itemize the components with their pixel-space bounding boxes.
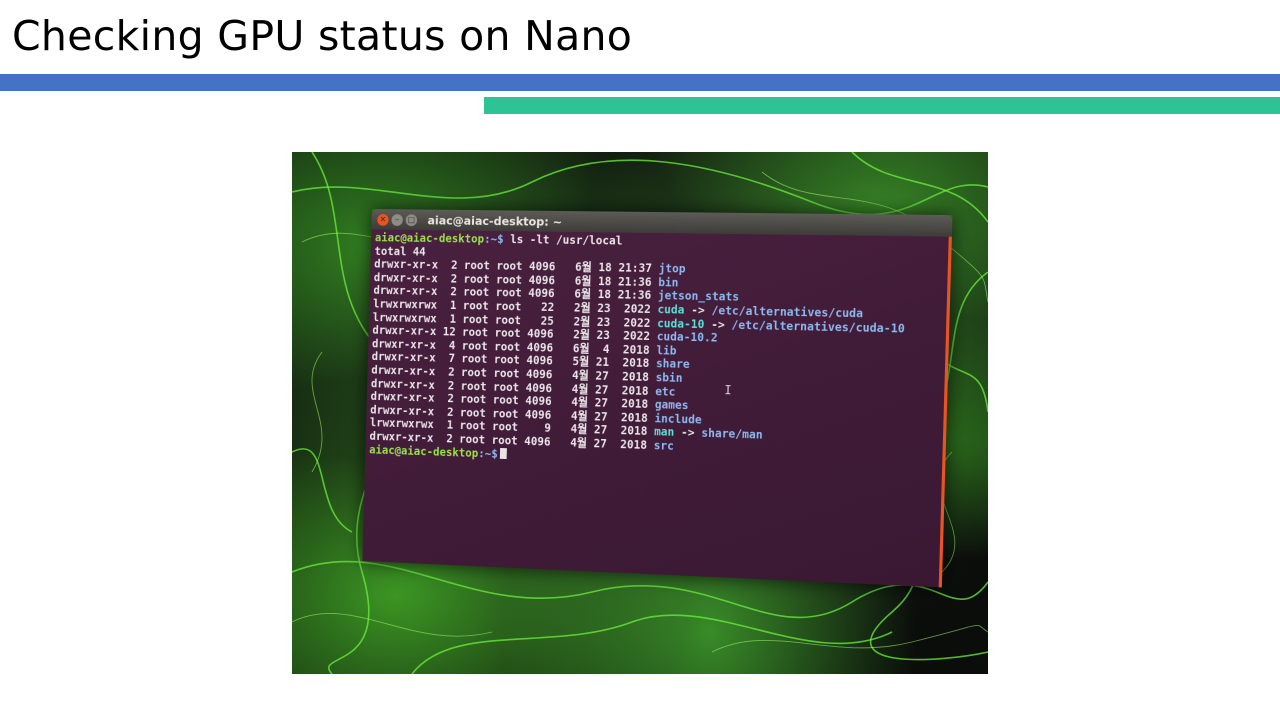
ls-entry-name: include: [654, 411, 702, 427]
symlink-arrow: ->: [674, 426, 702, 441]
ls-entry-name: games: [654, 398, 689, 413]
terminal-window[interactable]: ✕ – □ aiac@aiac-desktop: ~ aiac@aiac-des…: [362, 209, 953, 588]
ls-listing: drwxr-xr-x 2 root root 4096 6월 18 21:37 …: [369, 258, 943, 462]
prompt-user: aiac@aiac-desktop: [374, 231, 485, 246]
ls-entry-name: jtop: [658, 262, 686, 276]
title-underline-blue-bar: [0, 74, 1280, 91]
symlink-target: share/man: [701, 426, 763, 443]
terminal-photo: ✕ – □ aiac@aiac-desktop: ~ aiac@aiac-des…: [292, 152, 988, 674]
prompt-path: :~$: [483, 232, 504, 246]
command-text: ls -lt /usr/local: [503, 233, 623, 248]
prompt-user: aiac@aiac-desktop: [369, 443, 479, 460]
maximize-window-button[interactable]: □: [405, 213, 418, 226]
ls-entry-name: cuda: [657, 303, 685, 317]
ls-entry-name: cuda-10: [656, 316, 705, 331]
text-cursor: [499, 447, 507, 459]
ls-entry-name: lib: [656, 343, 677, 358]
close-window-button[interactable]: ✕: [377, 213, 389, 226]
ls-entry-name: sbin: [655, 371, 683, 385]
minimize-window-button[interactable]: –: [391, 213, 404, 226]
ls-entry-name: man: [653, 425, 675, 440]
ls-entry-name: cuda-10.2: [656, 330, 718, 345]
symlink-arrow: ->: [684, 303, 712, 318]
title-underline-green-bar: [484, 97, 1280, 114]
mouse-ibeam-cursor-icon: I: [724, 383, 732, 398]
slide-title: Checking GPU status on Nano: [12, 12, 633, 60]
ls-entry-name: share: [655, 357, 690, 372]
ls-entry-name: etc: [655, 384, 676, 399]
ls-entry-name: jetson_stats: [657, 289, 740, 305]
symlink-arrow: ->: [704, 317, 732, 332]
terminal-window-title: aiac@aiac-desktop: ~: [427, 213, 563, 229]
prompt-path: :~$: [478, 446, 498, 461]
ls-entry-name: bin: [658, 275, 679, 290]
terminal-output[interactable]: aiac@aiac-desktop:~$ ls -lt /usr/local t…: [362, 229, 952, 588]
ls-entry-name: src: [653, 439, 675, 453]
